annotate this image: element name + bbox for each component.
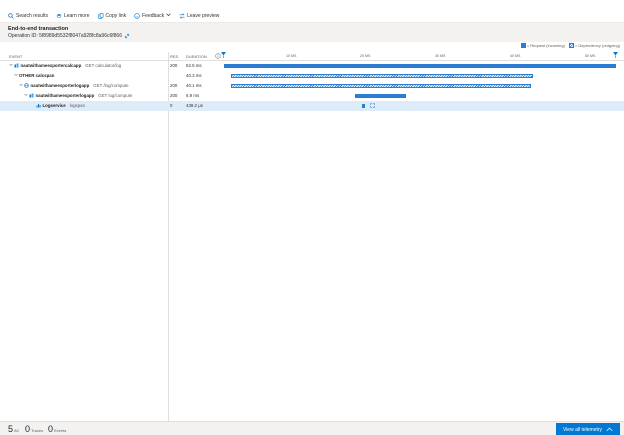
app-service-icon bbox=[14, 63, 19, 68]
legend-dependency-label: = Dependency (outgoing) bbox=[574, 43, 620, 48]
copy-link-label: Copy link bbox=[105, 13, 127, 19]
chevron-down-icon bbox=[166, 13, 171, 19]
search-icon bbox=[8, 13, 14, 19]
row-operation: GET calculator/log bbox=[85, 63, 122, 68]
row-name: nautwithameexportercalcapp bbox=[20, 63, 82, 68]
view-all-telemetry-button[interactable]: View all telemetry bbox=[556, 423, 620, 435]
tick-10ms: 10 MS bbox=[286, 54, 297, 58]
copy-icon bbox=[97, 13, 104, 19]
row-name: nautwithameexporterlogapp bbox=[30, 83, 90, 88]
operation-id-row: Operation ID: 5f8989d5532f8047a928fc8a96… bbox=[8, 33, 624, 39]
footer: 5 All 0 Traces 0 Events View all telemet… bbox=[0, 421, 624, 435]
table-row[interactable]: OTHER calcspan 40.3 ms bbox=[0, 71, 624, 81]
timeline-bar[interactable] bbox=[362, 104, 366, 108]
traces-count: 0 bbox=[25, 424, 31, 434]
row-operation: logspan bbox=[69, 103, 86, 108]
row-duration: 52.5 ms bbox=[186, 63, 202, 68]
chevron-down-icon[interactable] bbox=[14, 73, 18, 78]
timeline-bar[interactable] bbox=[224, 64, 617, 68]
chevron-down-icon[interactable] bbox=[24, 93, 28, 98]
col-event: EVENT bbox=[9, 54, 23, 59]
transaction-grid: EVENT RES. DURATION 10 MS 20 MS 30 MS 40… bbox=[0, 52, 624, 421]
page-title: End-to-end transaction bbox=[8, 26, 69, 32]
row-event: nautwithameexportercalcapp GET calculato… bbox=[9, 63, 121, 68]
table-row[interactable]: nautwithameexportercalcapp GET calculato… bbox=[0, 61, 624, 71]
row-result: 200 bbox=[170, 63, 178, 68]
feedback-button[interactable]: Feedback bbox=[134, 13, 171, 19]
toolbar: Search results Learn more Copy link Feed… bbox=[0, 9, 624, 23]
stat-all[interactable]: 5 All bbox=[8, 424, 18, 434]
chevron-down-icon[interactable] bbox=[9, 63, 13, 68]
learn-icon bbox=[56, 13, 62, 19]
operation-id: Operation ID: 5f8989d5532f8047a928fc8a96… bbox=[8, 33, 122, 39]
all-label: All bbox=[14, 428, 19, 433]
stat-traces[interactable]: 0 Traces bbox=[25, 424, 43, 434]
learn-more-button[interactable]: Learn more bbox=[56, 13, 90, 19]
timeline-bar[interactable] bbox=[354, 94, 407, 98]
legend: = Request (incoming) = Dependency (outgo… bbox=[517, 43, 620, 48]
table-row[interactable]: nautwithameexporterlogapp GET /log/compu… bbox=[0, 81, 624, 91]
trace-icon bbox=[36, 103, 41, 108]
timeline-start-handle[interactable] bbox=[221, 52, 226, 59]
globe-icon bbox=[24, 83, 29, 88]
row-result: 200 bbox=[170, 83, 178, 88]
tick-50ms: 50 MS bbox=[585, 54, 596, 58]
row-operation: GET /log/compute bbox=[93, 83, 129, 88]
learn-more-label: Learn more bbox=[63, 13, 90, 19]
row-result: 0 bbox=[170, 103, 173, 108]
swap-icon bbox=[179, 13, 185, 19]
row-duration: 40.1 ms bbox=[186, 83, 202, 88]
col-res: RES. bbox=[170, 54, 180, 59]
search-results-label: Search results bbox=[16, 13, 48, 19]
row-name: OTHER calcspan bbox=[19, 73, 55, 78]
row-duration: 6.9 ms bbox=[186, 93, 200, 98]
col-duration: DURATION bbox=[186, 54, 207, 59]
table-row[interactable]: nautwithameexporterlogapp GET log/comput… bbox=[0, 91, 624, 101]
row-result: 200 bbox=[170, 93, 178, 98]
row-name: nautwithameexporterlogapp bbox=[35, 93, 95, 98]
all-count: 5 bbox=[8, 424, 14, 434]
events-label: Events bbox=[54, 428, 67, 433]
legend-request-label: = Request (incoming) bbox=[526, 43, 565, 48]
row-event: nautwithameexporterlogapp GET /log/compu… bbox=[19, 83, 129, 88]
tick-20ms: 20 MS bbox=[360, 54, 371, 58]
row-event: Logservice logspan bbox=[36, 103, 85, 108]
feedback-label: Feedback bbox=[142, 13, 165, 19]
request-swatch bbox=[520, 43, 526, 48]
row-name: Logservice bbox=[42, 103, 66, 108]
stat-events[interactable]: 0 Events bbox=[48, 424, 66, 434]
timeline-end-handle[interactable] bbox=[613, 52, 618, 59]
copy-link-button[interactable]: Copy link bbox=[97, 13, 127, 19]
row-duration: 439.2 μs bbox=[186, 103, 203, 108]
copy-link-icon[interactable] bbox=[124, 33, 130, 39]
timeline-bar[interactable] bbox=[231, 84, 532, 88]
chevron-up-icon bbox=[606, 427, 613, 432]
tick-30ms: 30 MS bbox=[435, 54, 446, 58]
row-duration: 40.3 ms bbox=[186, 73, 202, 78]
expand-icon[interactable] bbox=[370, 103, 375, 110]
view-all-label: View all telemetry bbox=[562, 426, 603, 433]
search-results-button[interactable]: Search results bbox=[8, 13, 48, 19]
row-operation: GET log/compute bbox=[98, 93, 133, 98]
smiley-icon bbox=[134, 13, 140, 19]
timeline-bar[interactable] bbox=[231, 74, 533, 78]
app-service-icon bbox=[29, 93, 34, 98]
table-row-selected[interactable]: Logservice logspan 0 439.2 μs bbox=[0, 101, 624, 111]
legend-dependency: = Dependency (outgoing) bbox=[568, 43, 620, 48]
tick-40ms: 40 MS bbox=[510, 54, 521, 58]
row-event: OTHER calcspan bbox=[14, 73, 58, 78]
chevron-down-icon[interactable] bbox=[19, 83, 23, 88]
leave-preview-label: Leave preview bbox=[187, 13, 220, 19]
legend-request: = Request (incoming) bbox=[520, 43, 565, 48]
leave-preview-button[interactable]: Leave preview bbox=[179, 13, 219, 19]
traces-label: Traces bbox=[31, 428, 44, 433]
row-event: nautwithameexporterlogapp GET log/comput… bbox=[24, 93, 132, 98]
transaction-header: End-to-end transaction Operation ID: 5f8… bbox=[0, 23, 624, 42]
grid-header: EVENT RES. DURATION 10 MS 20 MS 30 MS 40… bbox=[0, 52, 624, 61]
events-count: 0 bbox=[48, 424, 54, 434]
dependency-swatch bbox=[568, 43, 574, 48]
